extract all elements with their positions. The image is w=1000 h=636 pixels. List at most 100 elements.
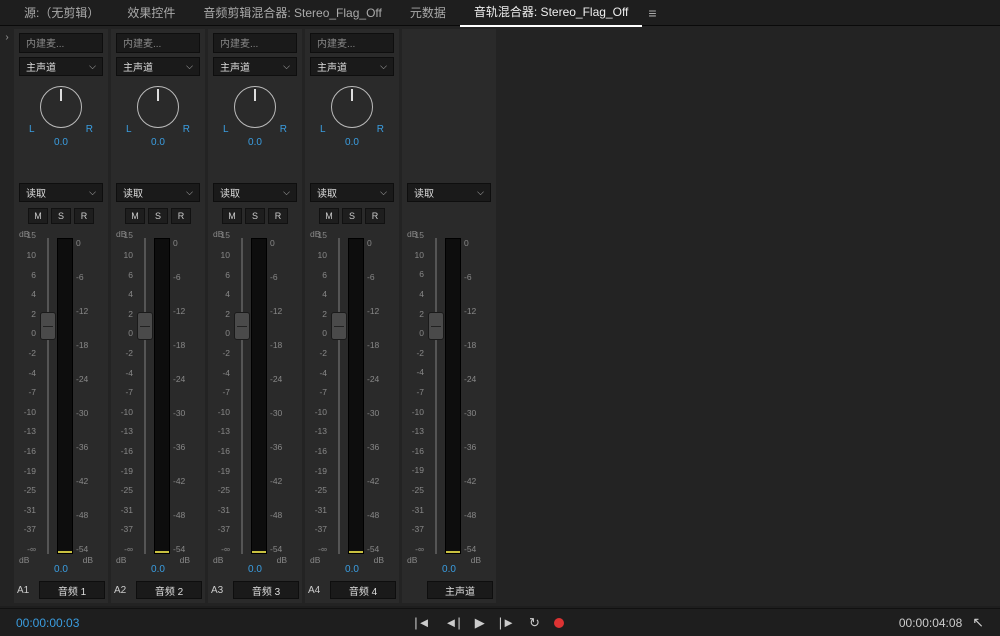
db-label: dB [116, 229, 126, 239]
mute-button[interactable]: M [319, 208, 339, 224]
db-label: dB [471, 555, 481, 565]
scale-tick: -10 [315, 407, 327, 417]
mute-button[interactable]: M [222, 208, 242, 224]
pan-knob[interactable] [40, 86, 82, 128]
scale-tick: -19 [218, 466, 230, 476]
scale-tick: -48 [367, 510, 379, 520]
input-dropdown[interactable]: 内建麦... [310, 33, 394, 53]
volume-value[interactable]: 0.0 [345, 564, 359, 575]
automation-mode-dropdown[interactable]: 读取⌵ [19, 183, 103, 203]
volume-value[interactable]: 0.0 [54, 564, 68, 575]
scale-tick: -42 [270, 476, 282, 486]
scale-tick: -31 [218, 505, 230, 515]
step-back-icon[interactable]: ◄| [445, 615, 461, 630]
pan-right-label: R [86, 124, 93, 135]
solo-button[interactable]: S [148, 208, 168, 224]
volume-value[interactable]: 0.0 [151, 564, 165, 575]
scale-tick: -16 [24, 446, 36, 456]
fader-track[interactable] [236, 238, 248, 554]
fader-handle[interactable] [428, 312, 444, 340]
input-dropdown[interactable]: 内建麦... [213, 33, 297, 53]
pan-value[interactable]: 0.0 [151, 137, 165, 148]
output-dropdown[interactable]: 主声道⌵ [213, 57, 297, 77]
track-name-field[interactable]: 音频 1 [39, 581, 105, 599]
track-name-field[interactable]: 音频 4 [330, 581, 396, 599]
channel-strip: 内建麦... 主声道⌵ LR 0.0 读取⌵ M S R dB15106420-… [14, 29, 108, 603]
record-icon[interactable] [554, 618, 564, 628]
scale-tick: 0 [225, 328, 230, 338]
scale-tick: -24 [76, 374, 88, 384]
scale-tick: -13 [315, 426, 327, 436]
fader-track[interactable] [333, 238, 345, 554]
pan-value[interactable]: 0.0 [54, 137, 68, 148]
solo-button[interactable]: S [245, 208, 265, 224]
track-name-field[interactable]: 音频 3 [233, 581, 299, 599]
automation-mode-dropdown[interactable]: 读取⌵ [213, 183, 297, 203]
mute-button[interactable]: M [125, 208, 145, 224]
go-to-in-icon[interactable]: |◄ [414, 615, 430, 630]
pan-value[interactable]: 0.0 [248, 137, 262, 148]
pan-knob[interactable] [137, 86, 179, 128]
level-meter [445, 238, 461, 554]
volume-value[interactable]: 0.0 [248, 564, 262, 575]
scale-tick: -42 [367, 476, 379, 486]
chevron-down-icon: ⌵ [380, 61, 387, 72]
scale-tick: -54 [367, 544, 379, 554]
channel-strip: 内建麦... 主声道⌵ LR 0.0 读取⌵ M S R dB15106420-… [208, 29, 302, 603]
scale-tick: -54 [76, 544, 88, 554]
expand-toggle-icon[interactable]: › [0, 26, 14, 606]
tab-metadata[interactable]: 元数据 [396, 0, 460, 26]
scale-tick: 0 [322, 328, 327, 338]
mute-button[interactable]: M [28, 208, 48, 224]
scale-tick: 4 [322, 289, 327, 299]
pan-knob[interactable] [234, 86, 276, 128]
record-arm-button[interactable]: R [171, 208, 191, 224]
automation-mode-dropdown[interactable]: 读取⌵ [407, 183, 491, 203]
pan-knob[interactable] [331, 86, 373, 128]
tab-effect-controls[interactable]: 效果控件 [113, 0, 189, 26]
tab-audio-clip-mixer[interactable]: 音频剪辑混合器: Stereo_Flag_Off [189, 0, 396, 26]
output-dropdown[interactable]: 主声道⌵ [19, 57, 103, 77]
fader-track[interactable] [42, 238, 54, 554]
fader-track[interactable] [139, 238, 151, 554]
tab-audio-track-mixer[interactable]: 音轨混合器: Stereo_Flag_Off [460, 0, 643, 27]
track-name-field[interactable]: 主声道 [427, 581, 493, 599]
automation-mode-dropdown[interactable]: 读取⌵ [116, 183, 200, 203]
output-dropdown[interactable]: 主声道⌵ [116, 57, 200, 77]
loop-icon[interactable]: ↻ [529, 615, 540, 631]
timecode-in[interactable]: 00:00:00:03 [16, 616, 79, 630]
record-arm-button[interactable]: R [268, 208, 288, 224]
pan-value[interactable]: 0.0 [345, 137, 359, 148]
fader-handle[interactable] [40, 312, 56, 340]
fader-handle[interactable] [137, 312, 153, 340]
level-meter [251, 238, 267, 554]
fader-track[interactable] [430, 238, 442, 554]
chevron-down-icon: ⌵ [380, 187, 387, 198]
play-icon[interactable]: ▶ [475, 615, 485, 631]
solo-button[interactable]: S [342, 208, 362, 224]
input-dropdown[interactable]: 内建麦... [116, 33, 200, 53]
panel-menu-icon[interactable]: ≡ [648, 5, 656, 21]
db-label: dB [374, 555, 384, 565]
volume-value[interactable]: 0.0 [442, 564, 456, 575]
tab-source[interactable]: 源:（无剪辑） [10, 0, 113, 26]
track-name-field[interactable]: 音频 2 [136, 581, 202, 599]
input-dropdown[interactable]: 内建麦... [19, 33, 103, 53]
record-arm-button[interactable]: R [74, 208, 94, 224]
scale-tick: -31 [315, 505, 327, 515]
record-arm-button[interactable]: R [365, 208, 385, 224]
solo-button[interactable]: S [51, 208, 71, 224]
scale-tick: -12 [464, 306, 476, 316]
track-id: A2 [114, 585, 132, 596]
automation-mode-dropdown[interactable]: 读取⌵ [310, 183, 394, 203]
output-dropdown[interactable]: 主声道⌵ [310, 57, 394, 77]
fader-scale-left: dB15106420-2-4-7-10-13-16-19-25-31-37-∞d… [211, 230, 233, 564]
scale-tick: -13 [218, 426, 230, 436]
scale-tick: -7 [222, 387, 230, 397]
timecode-out[interactable]: 00:00:04:08 [899, 616, 962, 630]
step-forward-icon[interactable]: |► [499, 615, 515, 630]
fader-handle[interactable] [331, 312, 347, 340]
scale-tick: -12 [367, 306, 379, 316]
fader-handle[interactable] [234, 312, 250, 340]
track-id: A1 [17, 585, 35, 596]
